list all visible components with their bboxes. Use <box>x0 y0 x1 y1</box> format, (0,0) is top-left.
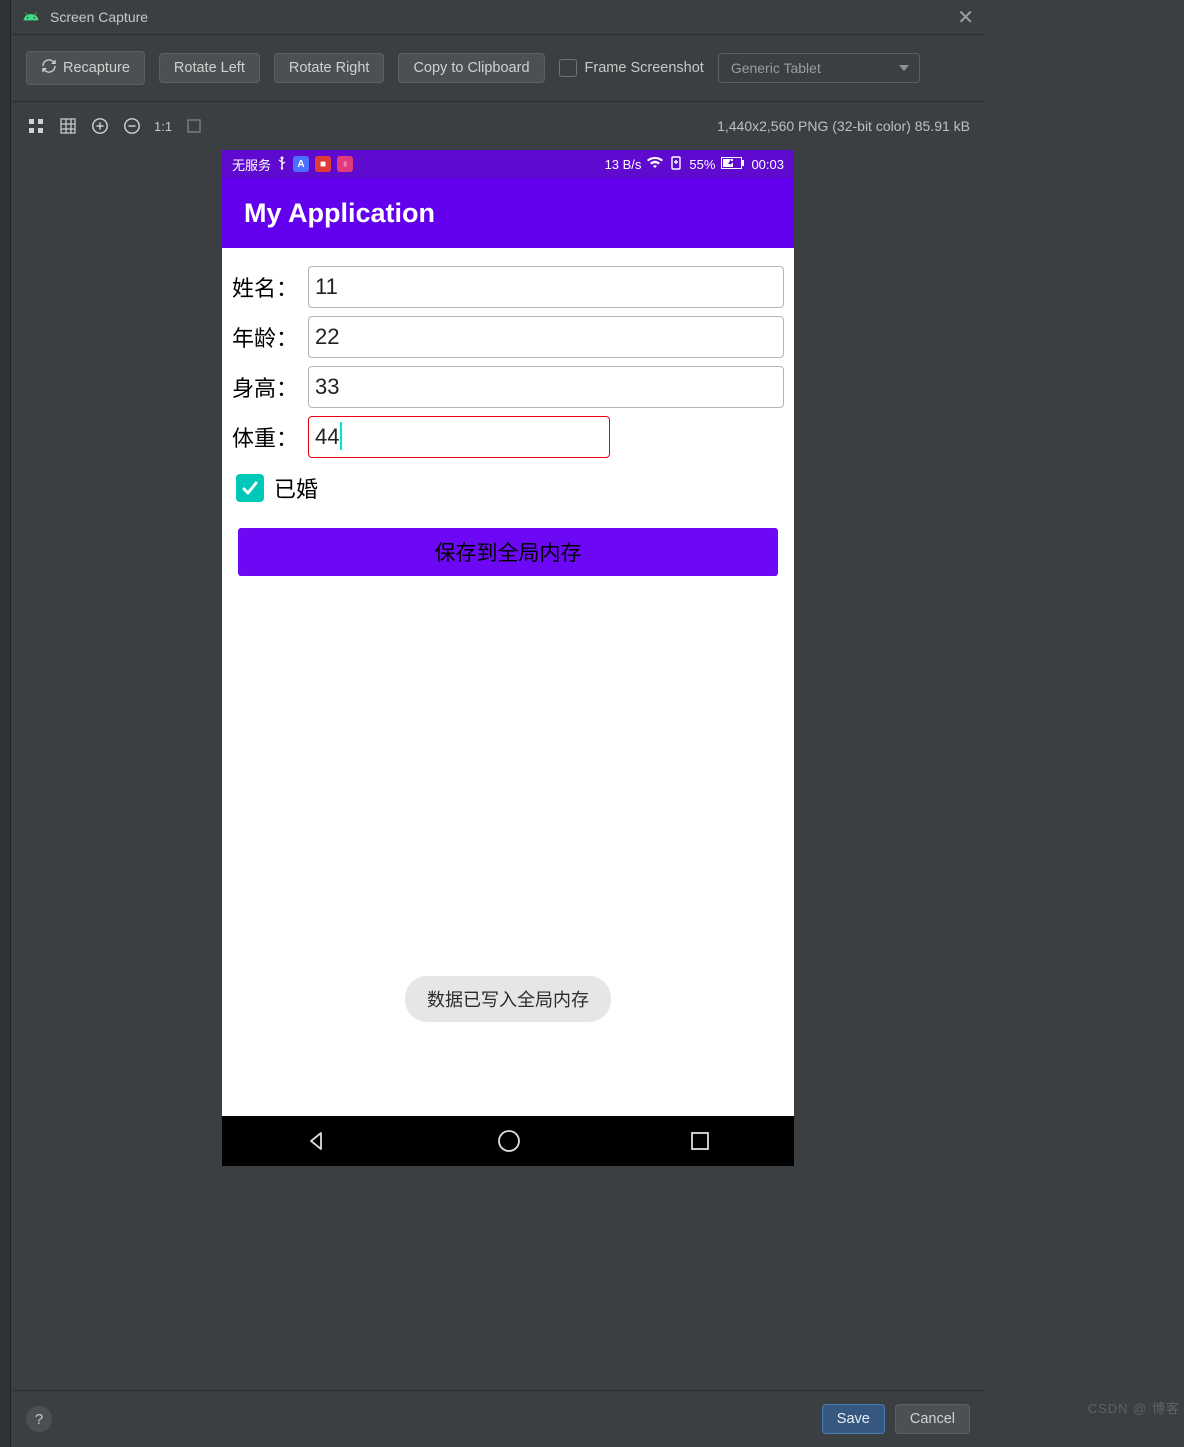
age-label: 年龄： <box>232 321 308 353</box>
wifi-icon <box>647 157 663 172</box>
notification-icon: A <box>293 156 309 172</box>
clock-label: 00:03 <box>751 157 784 172</box>
watermark: CSDN @ 博客 <box>1088 1398 1180 1417</box>
usb-icon <box>277 156 287 173</box>
name-input[interactable] <box>308 266 784 308</box>
rotate-left-button[interactable]: Rotate Left <box>159 53 260 83</box>
carrier-label: 无服务 <box>232 155 271 174</box>
notification-icon: ♀ <box>337 156 353 172</box>
battery-percent-label: 55% <box>689 157 715 172</box>
form-row-height: 身高： <box>230 366 786 408</box>
nav-recent-icon[interactable] <box>689 1130 711 1152</box>
recapture-button[interactable]: Recapture <box>26 51 145 85</box>
titlebar: Screen Capture ✕ <box>12 0 984 35</box>
height-input[interactable] <box>308 366 784 408</box>
frame-screenshot-label: Frame Screenshot <box>585 60 704 76</box>
recapture-label: Recapture <box>63 60 130 76</box>
dialog-footer: ? Save Cancel <box>12 1390 984 1447</box>
zoom-ratio-label[interactable]: 1:1 <box>154 119 172 134</box>
preview-canvas: 无服务 A ■ ♀ 13 B/s 55% <box>12 150 984 1390</box>
crop-icon[interactable] <box>184 116 204 136</box>
frame-screenshot-checkbox[interactable]: Frame Screenshot <box>559 59 704 77</box>
name-label: 姓名： <box>232 271 308 303</box>
nav-home-icon[interactable] <box>496 1128 522 1154</box>
married-checkbox-row[interactable]: 已婚 <box>236 472 780 504</box>
window-title: Screen Capture <box>50 9 947 25</box>
weight-label: 体重： <box>232 421 308 453</box>
save-to-memory-button[interactable]: 保存到全局内存 <box>238 528 778 576</box>
grid-icon[interactable] <box>58 116 78 136</box>
zoom-in-icon[interactable] <box>90 116 110 136</box>
toolbar-secondary: 1:1 1,440x2,560 PNG (32-bit color) 85.91… <box>12 102 984 150</box>
device-skin-label: Generic Tablet <box>731 60 821 76</box>
data-saver-icon <box>669 156 683 173</box>
save-button[interactable]: Save <box>822 1404 885 1434</box>
form-row-weight: 体重： <box>230 416 786 458</box>
android-status-bar: 无服务 A ■ ♀ 13 B/s 55% <box>222 150 794 178</box>
network-speed-label: 13 B/s <box>605 157 642 172</box>
copy-clipboard-button[interactable]: Copy to Clipboard <box>398 53 544 83</box>
device-screenshot: 无服务 A ■ ♀ 13 B/s 55% <box>222 150 794 1166</box>
toast-message: 数据已写入全局内存 <box>405 976 611 1022</box>
form-row-name: 姓名： <box>230 266 786 308</box>
rotate-right-button[interactable]: Rotate Right <box>274 53 385 83</box>
married-label: 已婚 <box>274 472 318 504</box>
checkbox-box-icon <box>559 59 577 77</box>
zoom-fit-icon[interactable] <box>26 116 46 136</box>
age-input[interactable] <box>308 316 784 358</box>
android-nav-bar <box>222 1116 794 1166</box>
cancel-button[interactable]: Cancel <box>895 1404 970 1434</box>
image-info-label: 1,440x2,560 PNG (32-bit color) 85.91 kB <box>717 118 970 134</box>
text-cursor <box>340 422 342 450</box>
app-title: My Application <box>244 198 435 229</box>
refresh-icon <box>41 58 57 78</box>
close-button[interactable]: ✕ <box>957 5 974 30</box>
copy-clipboard-label: Copy to Clipboard <box>413 60 529 76</box>
cancel-button-label: Cancel <box>910 1411 955 1427</box>
screen-capture-dialog: Screen Capture ✕ Recapture Rotate Left R… <box>12 0 984 1447</box>
checkbox-checked-icon <box>236 474 264 502</box>
help-button[interactable]: ? <box>26 1406 52 1432</box>
form-container: 姓名： 年龄： 身高： 体重： <box>222 248 794 1116</box>
ide-left-sliver <box>0 0 11 1447</box>
notification-icon: ■ <box>315 156 331 172</box>
device-skin-dropdown[interactable]: Generic Tablet <box>718 53 920 83</box>
battery-icon <box>721 157 745 172</box>
zoom-out-icon[interactable] <box>122 116 142 136</box>
weight-input[interactable] <box>308 416 610 458</box>
save-button-label: Save <box>837 1411 870 1427</box>
form-row-age: 年龄： <box>230 316 786 358</box>
height-label: 身高： <box>232 371 308 403</box>
rotate-left-label: Rotate Left <box>174 60 245 76</box>
toolbar: Recapture Rotate Left Rotate Right Copy … <box>12 35 984 102</box>
rotate-right-label: Rotate Right <box>289 60 370 76</box>
nav-back-icon[interactable] <box>305 1129 329 1153</box>
app-bar: My Application <box>222 178 794 248</box>
android-icon <box>22 8 40 26</box>
